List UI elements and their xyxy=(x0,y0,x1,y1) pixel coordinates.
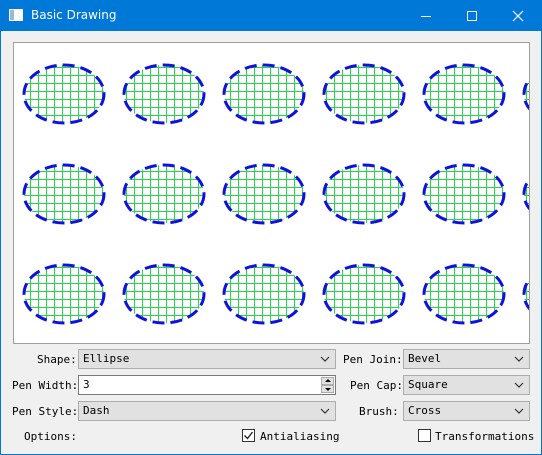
pen-style-label: Pen Style: xyxy=(12,405,79,418)
minimize-button[interactable] xyxy=(403,1,449,31)
spin-down-button[interactable] xyxy=(321,385,334,393)
drawn-ellipse xyxy=(422,263,506,325)
shape-label: Shape: xyxy=(37,353,77,366)
antialiasing-label[interactable]: Antialiasing xyxy=(260,428,339,446)
pen-cap-combobox[interactable]: Square xyxy=(403,375,530,395)
chevron-down-icon xyxy=(320,356,330,362)
pen-cap-value: Square xyxy=(408,378,448,391)
drawn-ellipse xyxy=(122,163,206,225)
chevron-down-icon xyxy=(514,382,524,388)
drawn-ellipse xyxy=(422,63,506,125)
drawing-surface xyxy=(22,63,529,325)
pen-width-label: Pen Width: xyxy=(12,379,79,392)
checkmark-icon xyxy=(244,431,254,440)
spin-buttons xyxy=(321,377,334,393)
close-icon xyxy=(512,10,524,22)
close-button[interactable] xyxy=(495,1,541,31)
chevron-down-icon xyxy=(514,356,524,362)
drawn-ellipse xyxy=(322,63,406,125)
brush-value: Cross xyxy=(408,404,442,417)
pen-join-value: Bevel xyxy=(408,352,442,365)
drawn-ellipse xyxy=(222,63,306,125)
title-bar[interactable]: Basic Drawing xyxy=(1,1,541,31)
drawn-ellipse xyxy=(222,163,306,225)
drawn-ellipse xyxy=(322,163,406,225)
chevron-down-icon xyxy=(320,408,330,414)
minimize-icon xyxy=(421,15,431,17)
app-window: Basic Drawing Shape: Ellipse Pen Join: B… xyxy=(0,0,542,455)
drawn-ellipse xyxy=(322,263,406,325)
render-area[interactable] xyxy=(13,42,530,344)
pen-join-combobox[interactable]: Bevel xyxy=(403,349,530,369)
transformations-label[interactable]: Transformations xyxy=(435,428,534,446)
drawn-ellipse xyxy=(122,263,206,325)
options-label: Options: xyxy=(24,430,77,443)
drawn-ellipse xyxy=(222,263,306,325)
pen-width-value: 3 xyxy=(83,378,90,391)
app-icon xyxy=(9,9,23,21)
drawn-ellipse xyxy=(522,77,529,111)
brush-combobox[interactable]: Cross xyxy=(403,401,530,421)
spin-up-button[interactable] xyxy=(321,377,334,385)
pen-cap-label: Pen Cap: xyxy=(350,379,403,392)
drawn-ellipse xyxy=(422,163,506,225)
maximize-icon xyxy=(467,11,477,21)
chevron-down-icon xyxy=(514,408,524,414)
brush-label: Brush: xyxy=(359,405,399,418)
window-title: Basic Drawing xyxy=(31,8,117,22)
shape-value: Ellipse xyxy=(83,352,130,365)
pen-style-value: Dash xyxy=(83,404,110,417)
drawn-ellipse xyxy=(522,277,529,311)
pen-join-label: Pen Join: xyxy=(343,353,403,366)
drawn-ellipse xyxy=(522,177,529,211)
shape-combobox[interactable]: Ellipse xyxy=(78,349,336,369)
drawn-ellipse xyxy=(22,163,106,225)
maximize-button[interactable] xyxy=(449,1,495,31)
pen-style-combobox[interactable]: Dash xyxy=(78,401,336,421)
drawn-ellipse xyxy=(22,263,106,325)
drawn-ellipse xyxy=(22,63,106,125)
antialiasing-checkbox[interactable] xyxy=(242,429,255,442)
pen-width-spinbox[interactable]: 3 xyxy=(78,375,336,395)
transformations-checkbox[interactable] xyxy=(418,429,431,442)
drawn-ellipse xyxy=(122,63,206,125)
